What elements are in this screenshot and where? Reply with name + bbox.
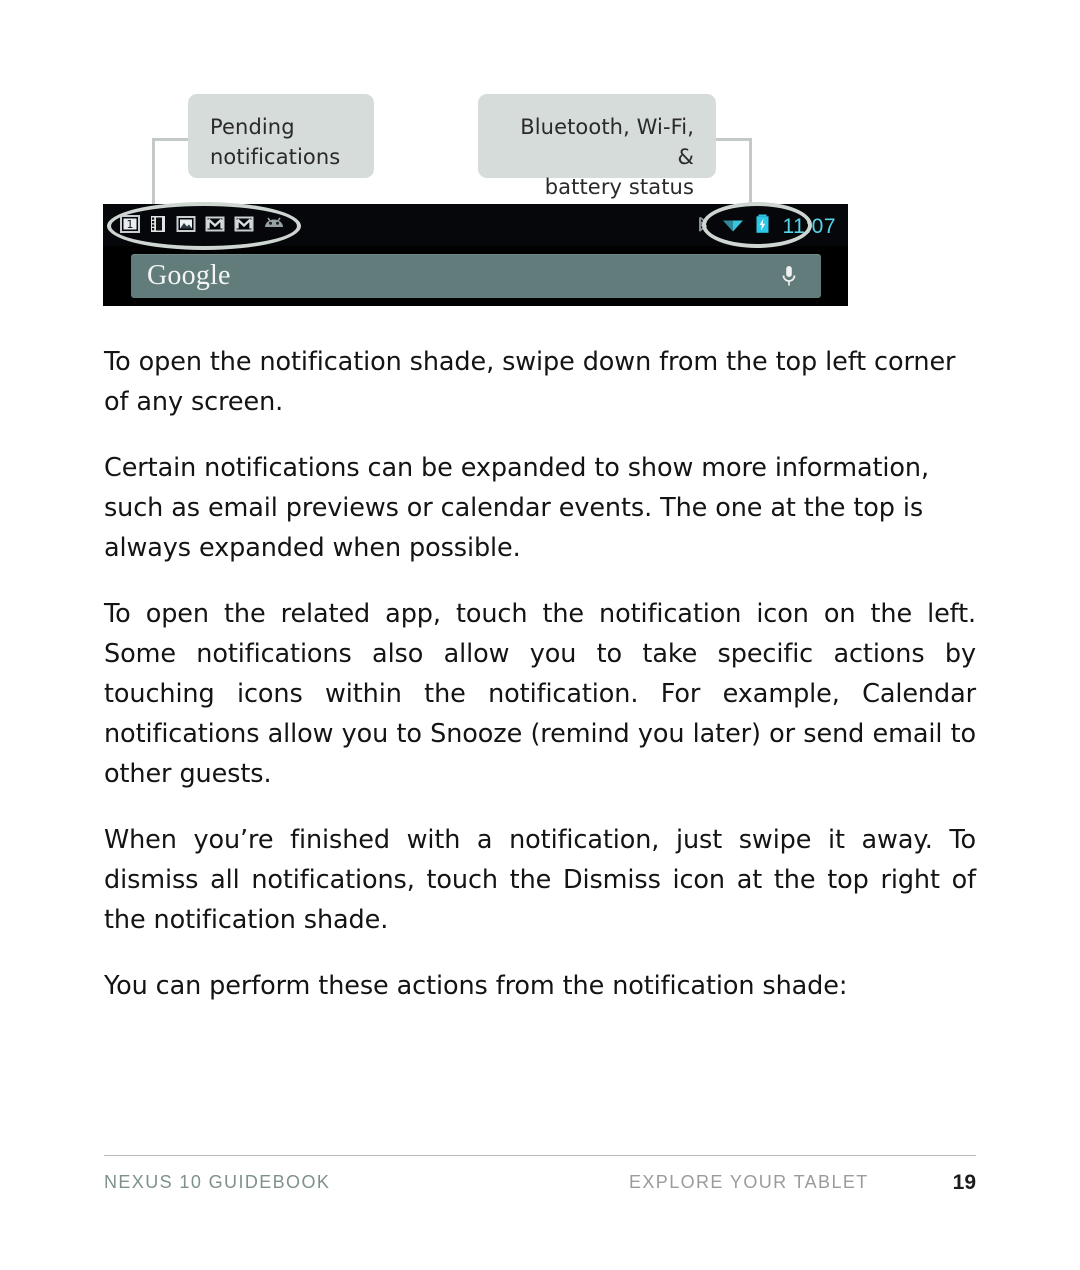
callout-status-icons: Bluetooth, Wi-Fi, & battery status [478, 94, 716, 199]
page-footer: NEXUS 10 GUIDEBOOK EXPLORE YOUR TABLET 1… [104, 1171, 976, 1202]
leader-line-right-horizontal [714, 138, 752, 141]
paragraph-open-app: To open the related app, touch the notif… [104, 599, 976, 789]
footer-page-number: 19 [952, 1171, 976, 1194]
footer-book-title: NEXUS 10 GUIDEBOOK [104, 1172, 331, 1192]
callout-line-2: notifications [210, 145, 341, 169]
callout-pending-notifications: Pending notifications [188, 94, 374, 178]
paragraph-actions-lead: You can perform these actions from the n… [104, 971, 848, 1001]
callout-line-1: Pending [210, 115, 295, 139]
footer-chapter-title: EXPLORE YOUR TABLET [629, 1172, 869, 1192]
callout-line-2: battery status [544, 175, 694, 199]
highlight-ellipse-notifications [107, 202, 301, 250]
annotated-screenshot-figure: Pending notifications Bluetooth, Wi-Fi, … [0, 0, 1080, 320]
paragraph-dismiss: When you’re finished with a notification… [104, 825, 976, 935]
google-logo-text: Google [147, 260, 231, 291]
callout-line-1: Bluetooth, Wi-Fi, & [520, 115, 694, 169]
paragraph-open-shade: To open the notification shade, swipe do… [104, 347, 956, 417]
google-search-widget[interactable]: Google [131, 254, 821, 298]
footer-divider [104, 1155, 976, 1156]
highlight-ellipse-status [702, 202, 812, 248]
page-body: To open the notification shade, swipe do… [104, 342, 976, 1032]
paragraph-expandable: Certain notifications can be expanded to… [104, 453, 929, 563]
microphone-icon[interactable] [779, 263, 799, 296]
leader-line-left-horizontal [152, 138, 190, 141]
